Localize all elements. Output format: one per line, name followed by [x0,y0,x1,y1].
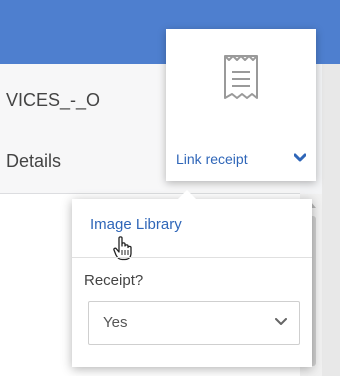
receipt-select[interactable]: Yes [88,301,300,345]
link-receipt-card[interactable]: Link receipt [166,29,316,181]
record-title-fragment: VICES_-_O [6,90,101,110]
right-gutter [322,64,340,376]
link-receipt-dropdown: Image Library Receipt? Yes [72,190,312,367]
receipt-field-label: Receipt? [84,272,144,289]
link-receipt-label[interactable]: Link receipt [176,151,248,167]
tab-details[interactable]: Details [6,151,61,172]
receipt-icon [224,55,258,99]
chevron-down-icon [275,318,287,325]
image-library-link[interactable]: Image Library [90,216,182,233]
receipt-select-value: Yes [103,314,128,331]
chevron-down-icon[interactable] [294,153,306,163]
dropdown-caret [178,190,196,199]
dropdown-divider [72,257,312,258]
